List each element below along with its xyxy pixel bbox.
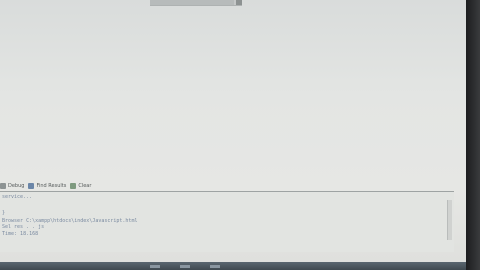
scrollbar-thumb[interactable] (150, 0, 234, 5)
taskbar-button[interactable] (150, 265, 160, 268)
console-scrollbar[interactable] (447, 200, 452, 240)
find-results-icon (28, 183, 35, 189)
taskbar-button[interactable] (210, 265, 220, 268)
editor-status-line: service... (2, 194, 33, 200)
horizontal-scrollbar[interactable] (150, 0, 242, 6)
debug-icon (0, 183, 6, 189)
console-line: Sel res . . js (2, 224, 45, 230)
taskbar-button[interactable] (180, 265, 190, 268)
clear-label: Clear (78, 183, 92, 189)
output-toolbar: Debug Find Results Clear (0, 181, 200, 191)
console-line: Time: 18.168 (2, 231, 39, 237)
clear-button[interactable]: Clear (70, 183, 91, 189)
clear-icon (70, 183, 77, 189)
console-line: } (2, 210, 6, 216)
find-results-label: Find Results (36, 183, 67, 189)
screen: Debug Find Results Clear service... } Br… (0, 0, 466, 270)
output-console: service... } Browser C:\xampp\htdocs\ind… (0, 192, 454, 252)
debug-label: Debug (8, 183, 25, 189)
monitor-bezel (466, 0, 480, 270)
debug-button[interactable]: Debug (0, 183, 24, 189)
find-results-button[interactable]: Find Results (28, 183, 66, 189)
taskbar (0, 262, 466, 270)
scroll-right-arrow-icon[interactable] (236, 0, 242, 5)
